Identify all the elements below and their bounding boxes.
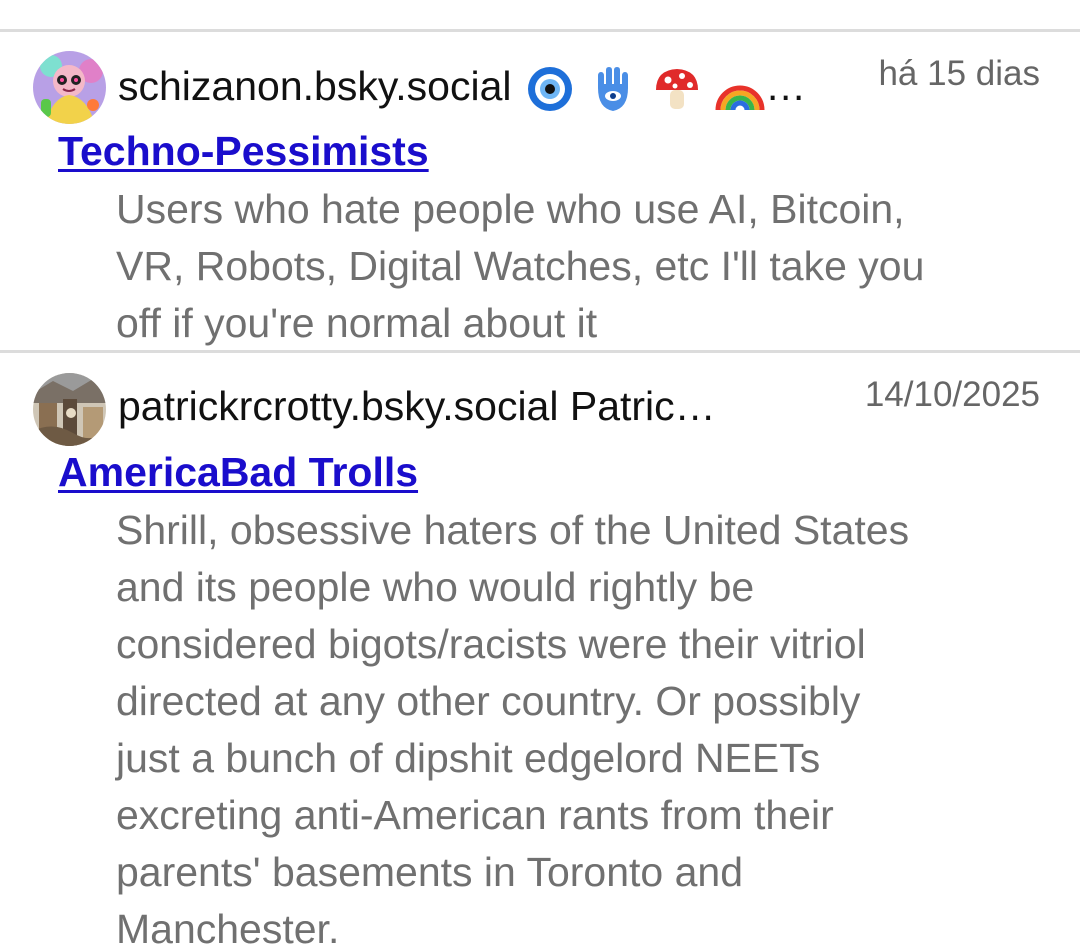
timestamp: 14/10/2025 (864, 375, 1040, 414)
description-line: considered bigots/racists were their vit… (116, 621, 866, 667)
list-description: Shrill, obsessive haters of the United S… (116, 502, 1046, 948)
description-line: directed at any other country. Or possib… (116, 678, 861, 724)
handle-line[interactable]: patrickrcrotty.bsky.social Patric… (118, 376, 818, 436)
description-line: just a bunch of dipshit edgelord NEETs (116, 735, 821, 781)
truncation-ellipsis: … (765, 63, 807, 109)
list-name-link[interactable]: Techno-Pessimists (58, 128, 429, 175)
timestamp: há 15 dias (878, 54, 1040, 93)
list-item[interactable]: schizanon.bsky.social … há 15 dias Techn… (0, 32, 1080, 350)
description-line: excreting anti-American rants from their (116, 792, 834, 838)
description-line: Users who hate people who use AI, Bitcoi… (116, 186, 905, 232)
avatar[interactable] (33, 373, 106, 446)
description-line: Shrill, obsessive haters of the United S… (116, 507, 910, 553)
description-line: off if you're normal about it (116, 300, 598, 346)
author-handle[interactable]: patrickrcrotty.bsky.social Patric… (118, 383, 716, 429)
description-line: and its people who would rightly be (116, 564, 755, 610)
rainbow-icon (715, 64, 765, 114)
description-line: VR, Robots, Digital Watches, etc I'll ta… (116, 243, 925, 289)
mushroom-icon (652, 64, 702, 114)
avatar[interactable] (33, 51, 106, 124)
list-description: Users who hate people who use AI, Bitcoi… (116, 181, 1046, 352)
author-handle[interactable]: schizanon.bsky.social (118, 63, 511, 109)
description-line: parents' basements in Toronto and (116, 849, 744, 895)
hamsa-icon (588, 64, 638, 114)
handle-line[interactable]: schizanon.bsky.social … (118, 56, 806, 116)
list-item[interactable]: patrickrcrotty.bsky.social Patric… 14/10… (0, 353, 1080, 948)
list-name-link[interactable]: AmericaBad Trolls (58, 449, 418, 496)
nazar-amulet-icon (525, 64, 575, 114)
list-feed: schizanon.bsky.social … há 15 dias Techn… (0, 0, 1080, 948)
description-line: Manchester. (116, 906, 340, 948)
